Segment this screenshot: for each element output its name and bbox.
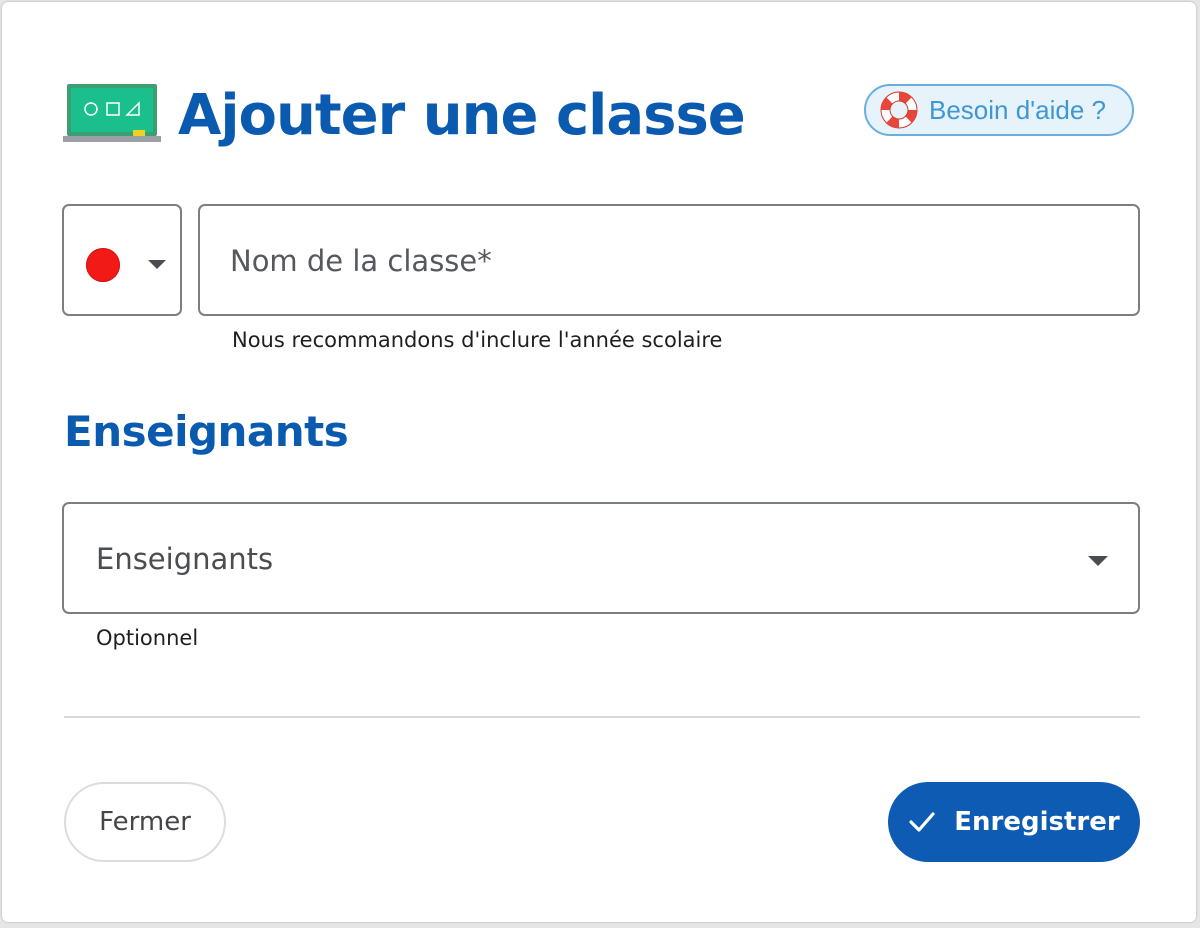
help-button[interactable]: Besoin d'aide ? xyxy=(864,84,1134,136)
class-name-input[interactable] xyxy=(230,236,1090,286)
class-color-select[interactable] xyxy=(62,204,182,316)
teachers-section-title: Enseignants xyxy=(64,407,349,456)
check-icon xyxy=(909,812,935,832)
chalkboard-icon xyxy=(63,84,161,142)
lifebuoy-icon xyxy=(880,91,918,129)
dialog-title: Ajouter une classe xyxy=(178,83,746,148)
close-button[interactable]: Fermer xyxy=(64,782,226,862)
add-class-dialog: Ajouter une classe Besoin d'aide ? Nous … xyxy=(2,2,1196,922)
selected-color-swatch xyxy=(86,248,120,282)
save-button-label: Enregistrer xyxy=(954,807,1120,837)
save-button[interactable]: Enregistrer xyxy=(888,782,1140,862)
chevron-down-icon xyxy=(148,260,166,269)
teachers-select[interactable]: Enseignants xyxy=(62,502,1140,614)
teachers-select-placeholder: Enseignants xyxy=(96,542,274,576)
teachers-hint: Optionnel xyxy=(96,626,199,650)
help-button-label: Besoin d'aide ? xyxy=(929,94,1106,125)
class-name-hint: Nous recommandons d'inclure l'année scol… xyxy=(232,328,723,352)
class-name-field[interactable] xyxy=(198,204,1140,316)
footer-divider xyxy=(64,716,1140,718)
chevron-down-icon xyxy=(1088,556,1108,566)
